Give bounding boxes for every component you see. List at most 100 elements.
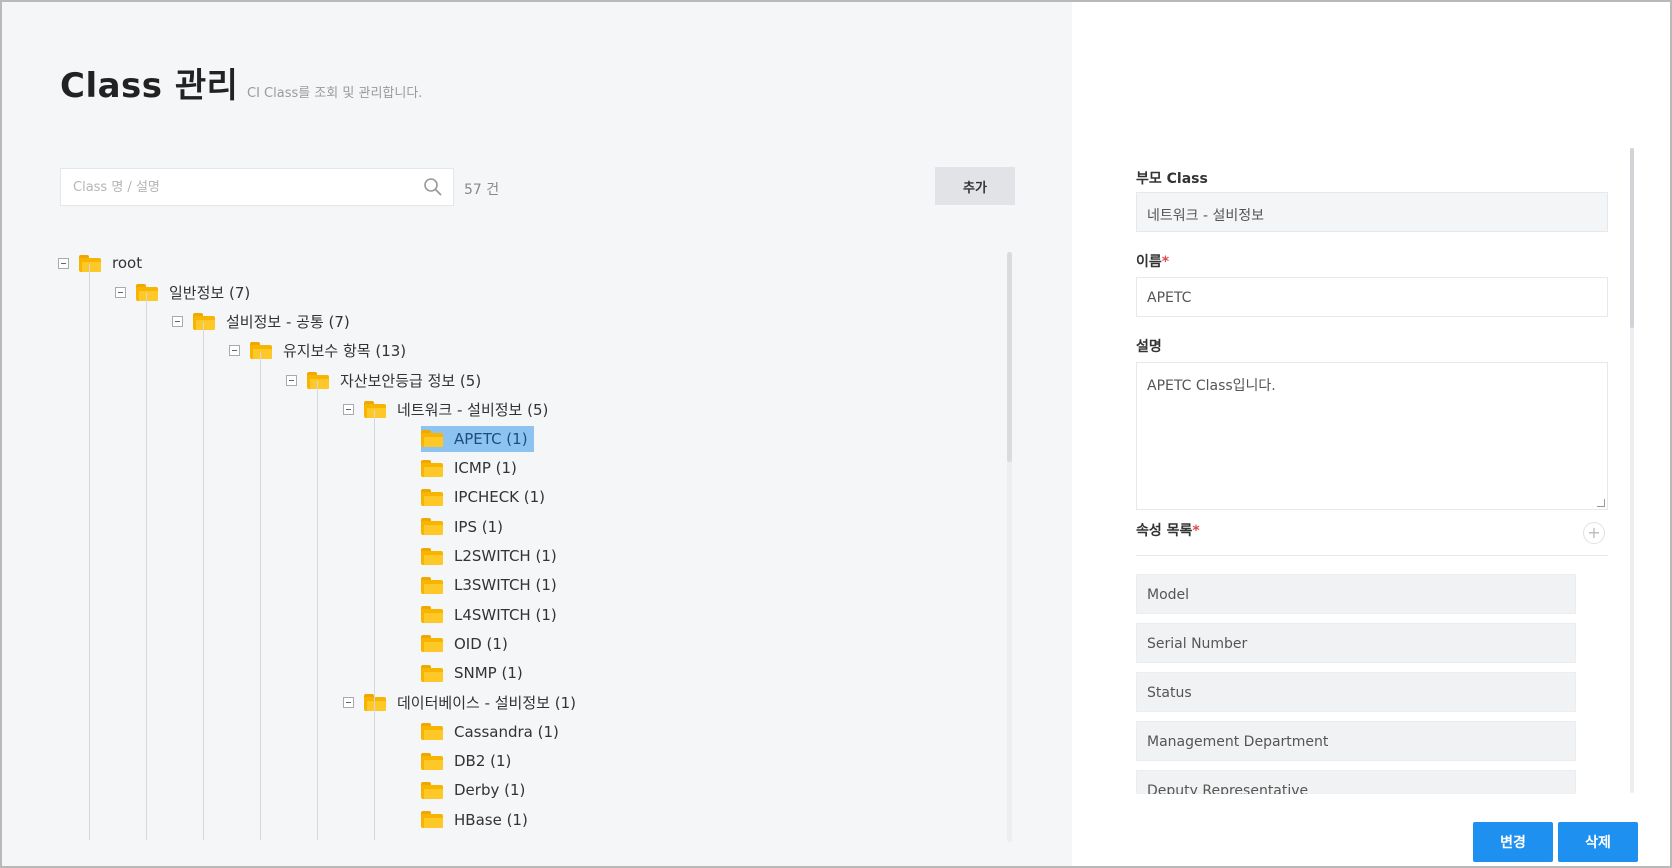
tree-node-label: 설비정보 - 공통 (7) <box>226 313 350 332</box>
parent-class-field[interactable]: 네트워크 - 설비정보 <box>1136 192 1608 232</box>
tree-node-label: 자산보안등급 정보 (5) <box>340 371 482 390</box>
folder-icon <box>364 401 386 418</box>
tree-node-label: IPCHECK (1) <box>454 488 546 507</box>
tree-node[interactable]: IPS (1) <box>421 514 507 540</box>
attribute-item[interactable]: Management Department <box>1136 721 1576 761</box>
required-mark: * <box>1161 254 1170 270</box>
page-subtitle: CI Class를 조회 및 관리합니다. <box>247 86 423 101</box>
page-title: Class 관리 <box>60 66 239 106</box>
folder-icon <box>421 488 443 506</box>
tree-connector-line <box>317 381 318 840</box>
edit-button[interactable]: 변경 <box>1473 822 1553 862</box>
parent-class-label: 부모 Class <box>1136 171 1208 187</box>
tree-node-label: APETC (1) <box>450 427 532 450</box>
resize-handle[interactable] <box>1597 499 1605 507</box>
attribute-list: Model Serial Number Status Management De… <box>1136 574 1576 794</box>
tree-node[interactable]: L3SWITCH (1) <box>421 572 561 598</box>
collapse-toggle-icon[interactable] <box>286 374 297 386</box>
tree-node-label: 데이터베이스 - 설비정보 (1) <box>397 694 576 712</box>
folder-icon <box>421 664 443 682</box>
folder-icon <box>421 811 443 829</box>
tree-node-label: Derby (1) <box>454 781 526 800</box>
folder-icon <box>421 430 443 448</box>
tree-node-label: L2SWITCH (1) <box>454 547 557 565</box>
folder-icon <box>421 635 443 653</box>
search-box <box>60 168 454 206</box>
collapse-toggle-icon[interactable] <box>343 697 354 708</box>
folder-icon <box>421 459 443 477</box>
tree-node[interactable]: 일반정보 (7) <box>115 279 254 305</box>
description-value: APETC Class입니다. <box>1147 378 1276 394</box>
folder-icon <box>421 518 443 536</box>
tree-node[interactable]: L4SWITCH (1) <box>421 602 561 628</box>
tree-node-label: L4SWITCH (1) <box>454 605 557 624</box>
required-mark: * <box>1192 523 1200 539</box>
tree-connector-line <box>203 322 204 840</box>
tree-node[interactable]: root <box>58 250 146 276</box>
tree-node[interactable]: L2SWITCH (1) <box>421 543 561 569</box>
folder-icon <box>421 576 443 594</box>
attribute-item[interactable]: Serial Number <box>1136 623 1576 663</box>
attribute-divider <box>1136 555 1608 556</box>
attribute-item[interactable]: Status <box>1136 672 1576 712</box>
collapse-toggle-icon[interactable] <box>229 345 240 357</box>
tree-node[interactable]: SNMP (1) <box>421 660 527 686</box>
tree-scrollbar-thumb[interactable] <box>1007 252 1012 462</box>
tree-connector-line <box>89 264 90 840</box>
folder-icon <box>307 371 329 389</box>
add-class-button[interactable]: 추가 <box>935 167 1015 205</box>
tree-node-label: 일반정보 (7) <box>169 283 251 302</box>
tree-node[interactable]: Derby (1) <box>421 777 529 803</box>
tree-node[interactable]: APETC (1) <box>421 425 534 452</box>
name-value: APETC <box>1147 290 1192 306</box>
tree-connector-line <box>260 352 261 840</box>
search-input[interactable] <box>61 169 401 205</box>
tree-node-label: IPS (1) <box>454 517 504 536</box>
folder-icon <box>421 723 443 741</box>
name-field[interactable]: APETC <box>1136 277 1608 317</box>
tree-node-label: Cassandra (1) <box>454 722 559 741</box>
tree-node-label: SNMP (1) <box>454 664 523 683</box>
collapse-toggle-icon[interactable] <box>343 404 354 415</box>
attribute-item[interactable]: Model <box>1136 574 1576 614</box>
result-count: 57 건 <box>464 182 500 198</box>
tree-node-label: L3SWITCH (1) <box>454 576 557 595</box>
delete-button[interactable]: 삭제 <box>1558 822 1638 862</box>
tree-node[interactable]: 데이터베이스 - 설비정보 (1) <box>343 690 580 716</box>
tree-node[interactable]: DB2 (1) <box>421 748 515 774</box>
tree-connector-line <box>146 293 147 840</box>
parent-class-value: 네트워크 - 설비정보 <box>1147 208 1264 224</box>
search-icon[interactable] <box>423 177 443 197</box>
tree-node[interactable]: 유지보수 항목 (13) <box>229 338 410 364</box>
tree-node[interactable]: OID (1) <box>421 631 512 657</box>
collapse-toggle-icon[interactable] <box>58 257 69 269</box>
tree-node-label: 네트워크 - 설비정보 (5) <box>397 401 549 419</box>
attribute-item[interactable]: Deputy Representative <box>1136 770 1576 794</box>
folder-icon <box>79 254 101 272</box>
name-label: 이름* <box>1136 254 1170 270</box>
tree-node[interactable]: IPCHECK (1) <box>421 484 549 510</box>
description-label: 설명 <box>1136 339 1162 355</box>
tree-node-label: root <box>112 254 143 272</box>
folder-icon <box>421 752 443 770</box>
description-textarea[interactable]: APETC Class입니다. <box>1136 362 1608 510</box>
tree-node[interactable]: 설비정보 - 공통 (7) <box>172 309 354 335</box>
tree-node-label: DB2 (1) <box>454 752 512 771</box>
folder-icon <box>421 547 443 565</box>
folder-icon <box>136 283 158 301</box>
tree-node[interactable]: Cassandra (1) <box>421 719 563 745</box>
detail-scrollbar-thumb[interactable] <box>1630 148 1634 328</box>
folder-icon <box>421 781 443 799</box>
folder-icon <box>250 342 272 360</box>
tree-node-label: HBase (1) <box>454 810 528 829</box>
folder-icon <box>193 313 215 331</box>
tree-node[interactable]: HBase (1) <box>421 807 532 833</box>
tree-node[interactable]: 자산보안등급 정보 (5) <box>286 367 485 393</box>
folder-icon <box>364 694 386 711</box>
collapse-toggle-icon[interactable] <box>115 286 126 298</box>
attribute-list-label: 속성 목록* <box>1136 523 1200 539</box>
tree-node[interactable]: ICMP (1) <box>421 455 521 481</box>
tree-node-label: ICMP (1) <box>454 459 517 478</box>
add-attribute-icon[interactable]: + <box>1583 522 1605 544</box>
collapse-toggle-icon[interactable] <box>172 316 183 328</box>
